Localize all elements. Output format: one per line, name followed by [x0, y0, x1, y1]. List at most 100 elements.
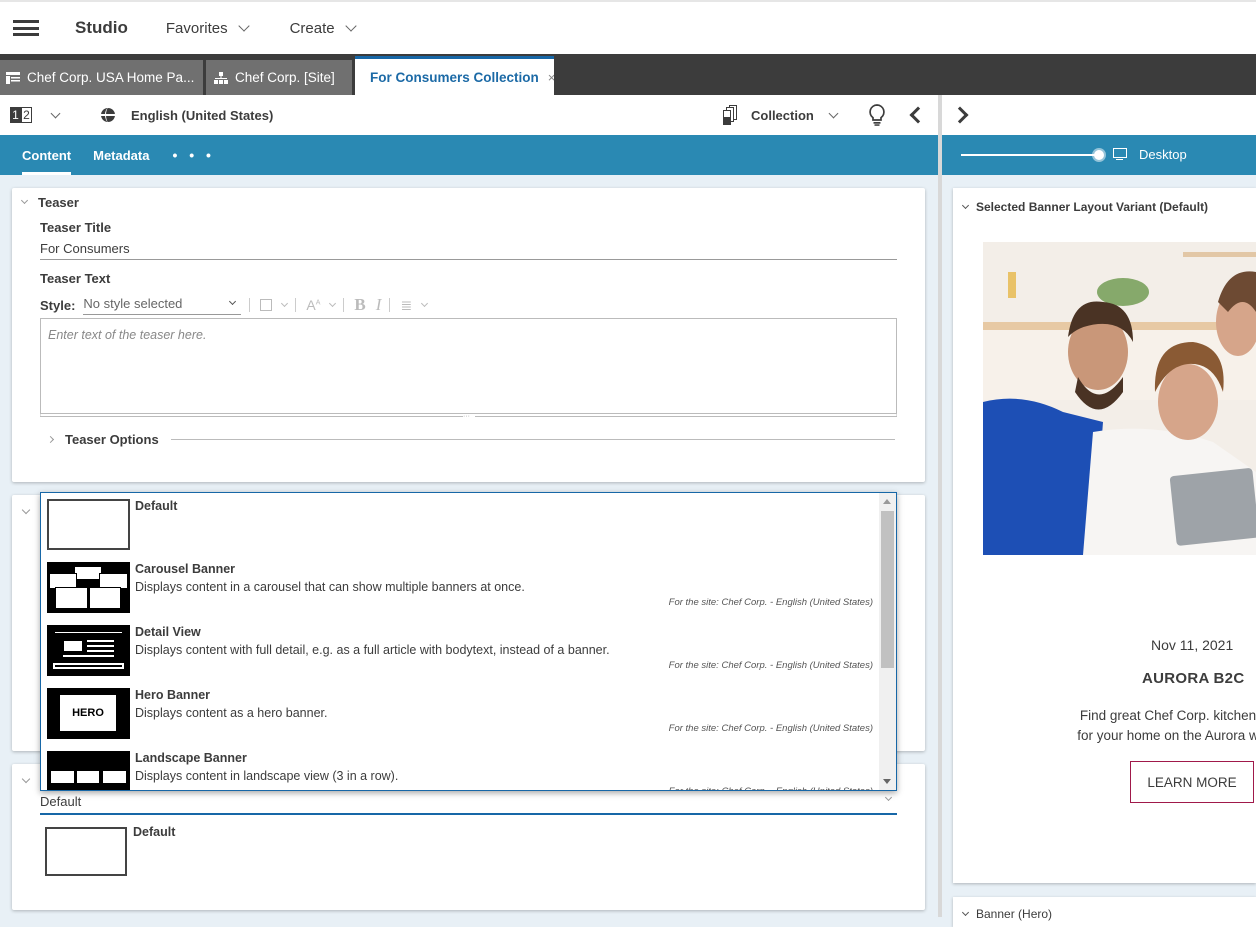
chevron-down-icon[interactable]	[50, 108, 61, 118]
style-label: Style:	[40, 297, 76, 313]
teaser-text-label: Teaser Text	[40, 271, 111, 286]
top-bar: Studio Favorites Create	[0, 0, 1256, 54]
favorites-label: Favorites	[165, 19, 228, 37]
create-menu[interactable]: Create	[289, 19, 357, 37]
expand-right-icon[interactable]	[951, 106, 969, 124]
layout-option-detail-view[interactable]: Detail View Displays content with full d…	[41, 619, 879, 682]
layout-option-default[interactable]: Default	[41, 493, 879, 556]
layout-variant-select[interactable]: Default	[40, 793, 897, 815]
chevron-down-icon	[961, 201, 970, 209]
section-title: Teaser	[38, 195, 79, 210]
selected-layout-thumbnail	[45, 827, 127, 876]
tab-metadata[interactable]: Metadata	[82, 135, 160, 175]
chevron-down-icon[interactable]	[281, 299, 289, 307]
align-icon[interactable]: ≣	[400, 297, 412, 314]
chevron-down-icon	[828, 108, 839, 118]
detail-layout-thumbnail	[47, 625, 130, 676]
app-title: Studio	[75, 18, 128, 37]
layout-option-landscape-banner[interactable]: Landscape Banner Displays content in lan…	[41, 745, 879, 790]
device-label[interactable]: Desktop	[1139, 147, 1187, 162]
chevron-down-icon	[229, 297, 237, 305]
sitemap-icon	[214, 71, 228, 84]
teaser-text-editor[interactable]: Enter text of the teaser here. ···	[40, 318, 897, 420]
dropdown-scrollbar[interactable]	[879, 493, 896, 790]
italic-icon[interactable]: I	[376, 295, 382, 315]
preview-card-header[interactable]: Selected Banner Layout Variant (Default)	[961, 200, 1208, 214]
document-tab-bar: Chef Corp. USA Home Pa... Chef Corp. [Si…	[0, 54, 1256, 95]
landscape-layout-thumbnail	[47, 751, 130, 790]
banner-hero-header[interactable]: Banner (Hero)	[961, 907, 1052, 921]
close-icon[interactable]: ×	[548, 70, 554, 85]
favorites-menu[interactable]: Favorites	[165, 19, 250, 37]
chevron-down-icon	[344, 19, 357, 32]
teaser-date: Nov 11, 2021	[1151, 637, 1234, 653]
monitor-icon	[1113, 148, 1127, 160]
richtext-toolbar: Style: No style selected AA B I ≣	[40, 295, 429, 315]
version-compare-icon[interactable]: 12	[10, 107, 32, 123]
form-tabs: Content Metadata • • •	[0, 135, 938, 175]
preview-toolbar	[942, 95, 1256, 135]
tab-label: Chef Corp. [Site]	[235, 70, 335, 85]
selected-layout-title: Default	[133, 825, 176, 839]
document-type-selector[interactable]: Collection	[722, 105, 839, 125]
teaser-description: Find great Chef Corp. kitchen for your h…	[1077, 708, 1256, 743]
scrollbar-thumb[interactable]	[881, 511, 894, 668]
chevron-down-icon[interactable]	[329, 299, 337, 307]
default-layout-thumbnail	[47, 499, 130, 550]
scroll-up-icon[interactable]	[883, 499, 891, 504]
slider-handle[interactable]	[1094, 150, 1104, 160]
preview-card: Selected Banner Layout Variant (Default)…	[953, 188, 1256, 883]
more-tabs-icon[interactable]: • • •	[172, 147, 214, 163]
people-with-tablet-photo	[983, 242, 1256, 555]
bold-icon[interactable]: B	[354, 295, 365, 315]
create-label: Create	[289, 19, 335, 37]
chevron-right-icon	[46, 435, 55, 444]
chevron-down-icon[interactable]	[21, 505, 31, 515]
style-select[interactable]: No style selected	[83, 296, 242, 315]
teaser-title-label: Teaser Title	[40, 220, 112, 235]
hamburger-icon[interactable]	[13, 20, 39, 36]
teaser-title-input[interactable]: For Consumers	[40, 241, 897, 260]
document-toolbar: 12 English (United States) Collection	[0, 95, 938, 135]
tab-label: For Consumers Collection	[370, 69, 539, 85]
teaser-section-header[interactable]: Teaser	[20, 195, 79, 210]
editor-placeholder: Enter text of the teaser here.	[48, 328, 207, 342]
document-type-label: Collection	[751, 107, 814, 123]
scroll-down-icon[interactable]	[883, 779, 891, 784]
teaser-card: Teaser Teaser Title For Consumers Teaser…	[12, 188, 925, 482]
tab-home-page[interactable]: Chef Corp. USA Home Pa...	[0, 60, 203, 95]
preview-device-bar: Desktop	[942, 135, 1256, 175]
layout-variant-dropdown: Default Carousel Banner Displays content…	[40, 492, 897, 791]
teaser-image	[983, 242, 1256, 555]
language-label: English (United States)	[131, 107, 274, 123]
globe-icon	[101, 108, 115, 122]
chevron-down-icon[interactable]	[21, 774, 31, 784]
language-selector[interactable]: English (United States)	[101, 108, 273, 123]
lightbulb-icon[interactable]	[868, 104, 886, 126]
chevron-down-icon	[237, 19, 250, 32]
resize-handle[interactable]: ···	[463, 413, 475, 420]
chevron-down-icon	[884, 793, 893, 802]
chevron-down-icon	[20, 196, 29, 205]
tab-for-consumers-collection[interactable]: For Consumers Collection ×	[355, 56, 554, 95]
tab-label: Chef Corp. USA Home Pa...	[27, 70, 195, 85]
block-format-icon[interactable]	[260, 299, 273, 311]
layout-option-carousel[interactable]: Carousel Banner Displays content in a ca…	[41, 556, 879, 619]
banner-hero-card: Banner (Hero)	[953, 897, 1256, 927]
layout-option-hero-banner[interactable]: HERO Hero Banner Displays content as a h…	[41, 682, 879, 745]
collapse-left-icon[interactable]	[909, 106, 927, 124]
learn-more-button[interactable]: LEARN MORE	[1130, 761, 1254, 803]
collection-icon	[722, 105, 739, 125]
font-size-icon[interactable]: AA	[306, 297, 320, 313]
panel-splitter[interactable]	[938, 95, 942, 917]
chevron-down-icon	[961, 908, 970, 916]
hero-layout-thumbnail: HERO	[47, 688, 130, 739]
carousel-layout-thumbnail	[47, 562, 130, 613]
preview-zoom-slider[interactable]	[961, 154, 1099, 156]
tab-site[interactable]: Chef Corp. [Site]	[206, 60, 352, 95]
teaser-options-label: Teaser Options	[65, 432, 159, 447]
teaser-options-toggle[interactable]: Teaser Options	[46, 432, 895, 447]
tab-content[interactable]: Content	[11, 135, 82, 175]
chevron-down-icon[interactable]	[421, 299, 429, 307]
teaser-headline: AURORA B2C	[1142, 670, 1245, 687]
